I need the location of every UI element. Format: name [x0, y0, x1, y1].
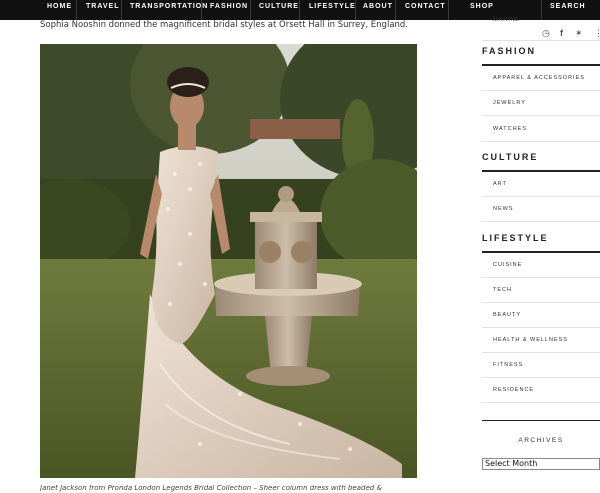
archives-heading: ARCHIVES	[518, 437, 564, 444]
divider	[482, 40, 600, 41]
sidebar-item-apparel[interactable]: APPAREL & ACCESSORIES	[493, 75, 585, 81]
divider	[482, 141, 600, 142]
article-intro-text: Sophia Nooshin donned the magnificent br…	[40, 20, 409, 30]
sidebar-heading-fashion[interactable]: FASHION	[482, 46, 536, 56]
sidebar-item-watches[interactable]: WATCHES	[493, 126, 527, 132]
nav-divider	[201, 0, 202, 20]
nav-lifestyle[interactable]: LIFESTYLE	[309, 0, 356, 20]
divider	[482, 115, 600, 116]
heading-underline	[482, 64, 600, 66]
bridal-photo	[40, 44, 417, 478]
heading-underline	[482, 251, 600, 253]
nav-about[interactable]: ABOUT	[363, 0, 393, 20]
divider	[482, 402, 600, 403]
divider	[482, 277, 600, 278]
sidebar-item-fitness[interactable]: FITNESS	[493, 362, 523, 368]
sidebar-item-health-wellness[interactable]: HEALTH & WELLNESS	[493, 337, 568, 343]
nav-divider	[121, 0, 122, 20]
sidebar-item-jewelry[interactable]: JEWELRY	[493, 100, 526, 106]
sidebar-item-marine[interactable]: MARINE	[493, 17, 520, 23]
nav-divider	[250, 0, 251, 20]
divider	[482, 221, 600, 222]
sidebar-item-tech[interactable]: TECH	[493, 287, 512, 293]
sidebar: MARINE ◷ f ✶ ⋮ FASHION APPAREL & ACCESSO…	[482, 0, 600, 491]
divider	[482, 196, 600, 197]
more-icon[interactable]: ⋮	[594, 28, 600, 39]
nav-divider	[448, 0, 449, 20]
twitter-icon[interactable]: ✶	[575, 28, 583, 39]
sidebar-item-art[interactable]: ART	[493, 181, 507, 187]
divider	[482, 327, 600, 328]
nav-divider	[76, 0, 77, 20]
nav-culture[interactable]: CULTURE	[259, 0, 299, 20]
sidebar-heading-lifestyle[interactable]: LIFESTYLE	[482, 233, 549, 243]
nav-home[interactable]: HOME	[47, 0, 72, 20]
instagram-icon[interactable]: ◷	[542, 28, 550, 39]
divider	[482, 302, 600, 303]
archives-top-border	[482, 420, 600, 421]
sidebar-heading-culture[interactable]: CULTURE	[482, 152, 538, 162]
nav-travel[interactable]: TRAVEL	[86, 0, 119, 20]
divider	[482, 352, 600, 353]
nav-divider	[355, 0, 356, 20]
facebook-icon[interactable]: f	[560, 28, 563, 38]
divider	[482, 377, 600, 378]
archives-month-select[interactable]: Select Month	[482, 458, 600, 470]
nav-divider	[299, 0, 300, 20]
divider	[482, 90, 600, 91]
sidebar-item-beauty[interactable]: BEAUTY	[493, 312, 521, 318]
sidebar-item-cuisine[interactable]: CUISINE	[493, 262, 522, 268]
nav-contact[interactable]: CONTACT	[405, 0, 446, 20]
nav-fashion[interactable]: FASHION	[210, 0, 248, 20]
nav-divider	[395, 0, 396, 20]
photo-caption: Janet Jackson from Pronda London Legends…	[40, 485, 382, 492]
nav-transportation[interactable]: TRANSPORTATION	[130, 0, 208, 20]
sidebar-item-news[interactable]: NEWS	[493, 206, 514, 212]
sidebar-item-residence[interactable]: RESIDENCE	[493, 387, 534, 393]
heading-underline	[482, 170, 600, 172]
